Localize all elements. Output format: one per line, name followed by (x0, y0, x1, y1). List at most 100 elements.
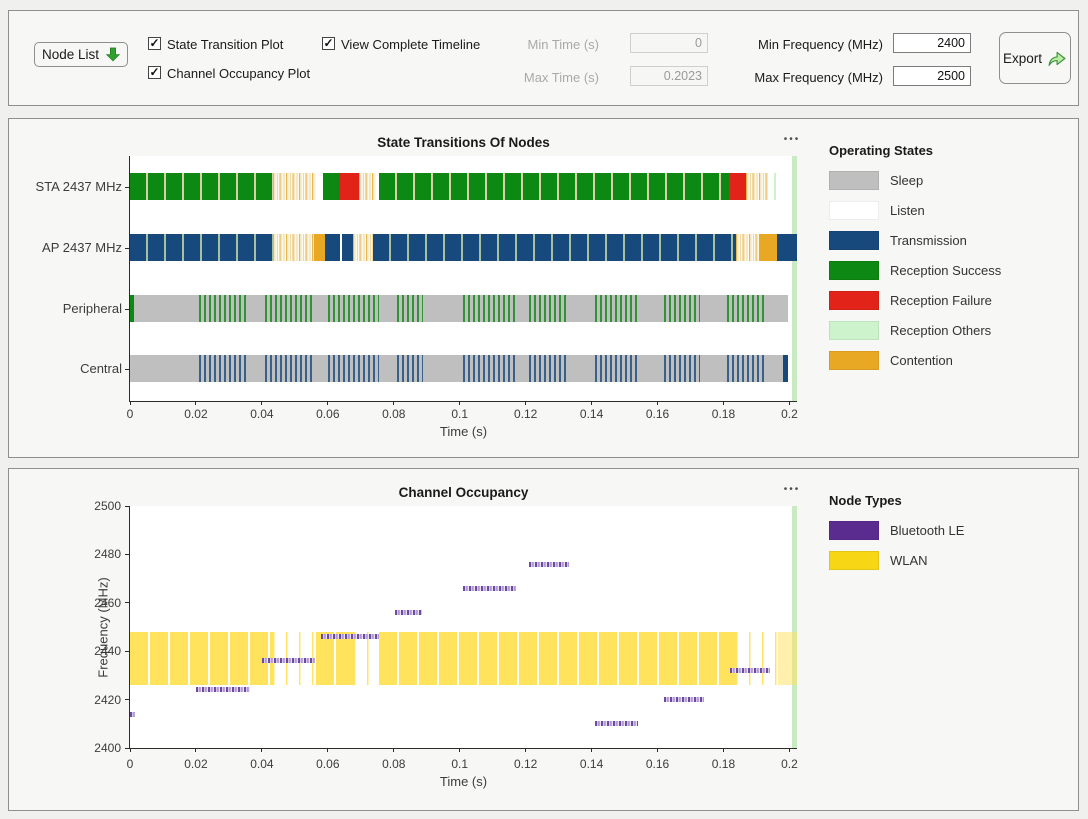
max-time-label: Max Time (s) (489, 70, 599, 85)
state-segment-transmission (328, 355, 379, 382)
channel-occupancy-plot[interactable]: 240024202440246024802500 (130, 506, 797, 748)
state-segment-transmission (130, 234, 273, 261)
state-segment-reception_failure (340, 173, 359, 200)
min-time-input[interactable] (630, 33, 708, 53)
bluetooth-le-transmission (664, 697, 704, 702)
legend-item-bluetooth-le: Bluetooth LE (829, 521, 964, 540)
occupancy-chart-title: Channel Occupancy (130, 485, 797, 500)
state-chart-title: State Transitions Of Nodes (130, 135, 797, 150)
wlan-occupancy-segment (736, 632, 778, 685)
x-tick-label: 0.06 (316, 757, 339, 771)
state-segment-contention (736, 234, 759, 261)
state-segment-contention (746, 173, 768, 200)
state-segment-reception_others (774, 173, 777, 200)
state-chart-menu-icon[interactable]: ••• (772, 134, 812, 145)
state-segment-transmission (664, 355, 700, 382)
legend-item-contention: Contention (829, 351, 1001, 370)
wlan-occupancy-segment (130, 632, 273, 685)
state-segment-reception_success (379, 173, 729, 200)
state-segment-contention (273, 173, 316, 200)
occupancy-xlabel: Time (s) (130, 774, 797, 789)
wlan-occupancy-segment (778, 632, 797, 685)
export-arrow-icon (1047, 49, 1067, 68)
x-tick-label: 0.16 (646, 757, 669, 771)
state-segment-transmission (529, 355, 569, 382)
node-types-legend-title: Node Types (829, 493, 964, 508)
bluetooth-le-swatch (829, 521, 879, 540)
wlan-occupancy-segment (316, 632, 354, 685)
min-frequency-input[interactable] (893, 33, 971, 53)
y-tick-mark (125, 602, 130, 603)
bluetooth-le-transmission (196, 687, 250, 692)
state-xlabel: Time (s) (130, 424, 797, 439)
x-tick-mark (789, 748, 790, 752)
state-segment-reception_success (664, 295, 700, 322)
x-tick-mark (789, 401, 790, 405)
operating-states-legend: Operating States Sleep Listen Transmissi… (829, 143, 1001, 381)
transmission-swatch (829, 231, 879, 250)
state-segment-contention (359, 173, 375, 200)
state-transitions-plot[interactable] (130, 156, 797, 401)
state-segment-transmission (463, 355, 516, 382)
view-complete-timeline-checkbox[interactable] (322, 37, 335, 50)
x-tick-mark (261, 401, 262, 405)
bluetooth-le-transmission (595, 721, 638, 726)
x-tick-mark (327, 748, 328, 752)
node-types-legend: Node Types Bluetooth LE WLAN (829, 493, 964, 581)
x-tick-mark (327, 401, 328, 405)
node-list-button[interactable]: Node List (34, 42, 128, 67)
x-tick-mark (525, 401, 526, 405)
x-tick-label: 0.12 (514, 757, 537, 771)
state-segment-transmission (325, 234, 340, 261)
x-tick-label: 0.04 (250, 757, 273, 771)
timeline-cursor (792, 156, 797, 401)
row-label-central: Central (9, 361, 122, 376)
x-tick-label: 0.16 (646, 407, 669, 421)
state-x-axis (129, 401, 797, 402)
bluetooth-le-transmission (529, 562, 569, 567)
green-down-arrow-icon (106, 47, 120, 62)
state-segment-reception_success (397, 295, 423, 322)
contention-swatch (829, 351, 879, 370)
channel-occupancy-plot-checkbox[interactable] (148, 66, 161, 79)
legend-item-listen: Listen (829, 201, 1001, 220)
x-tick-label: 0.2 (781, 407, 798, 421)
x-tick-label: 0.1 (451, 757, 468, 771)
export-button[interactable]: Export (999, 32, 1071, 84)
state-segment-transmission (777, 234, 797, 261)
x-tick-mark (657, 401, 658, 405)
state-segment-reception_success (727, 295, 767, 322)
x-tick-label: 0.1 (451, 407, 468, 421)
node-list-label: Node List (42, 47, 99, 62)
x-tick-label: 0.18 (712, 407, 735, 421)
x-tick-label: 0 (127, 407, 134, 421)
y-tick-label: 2500 (94, 499, 121, 513)
reception-others-swatch (829, 321, 879, 340)
x-tick-label: 0.14 (580, 757, 603, 771)
app-window: Node List State Transition Plot Channel … (0, 0, 1088, 819)
x-tick-mark (459, 401, 460, 405)
state-segment-reception_success (130, 295, 134, 322)
y-tick-label: 2400 (94, 741, 121, 755)
listen-swatch (829, 201, 879, 220)
max-frequency-input[interactable] (893, 66, 971, 86)
channel-occupancy-plot-label: Channel Occupancy Plot (167, 66, 310, 81)
row-label-sta-2437-mhz: STA 2437 MHz (9, 179, 122, 194)
state-segment-reception_success (265, 295, 314, 322)
reception-success-swatch (829, 261, 879, 280)
state-segment-contention (759, 234, 777, 261)
occupancy-chart-menu-icon[interactable]: ••• (772, 484, 812, 495)
state-transition-plot-checkbox[interactable] (148, 37, 161, 50)
x-tick-mark (393, 748, 394, 752)
max-time-input[interactable] (630, 66, 708, 86)
state-segment-reception_success (199, 295, 248, 322)
export-label: Export (1003, 51, 1042, 66)
bluetooth-le-transmission (262, 658, 315, 663)
state-segment-transmission (199, 355, 248, 382)
row-label-ap-2437-mhz: AP 2437 MHz (9, 240, 122, 255)
min-time-label: Min Time (s) (489, 37, 599, 52)
x-tick-mark (723, 748, 724, 752)
bluetooth-le-transmission (130, 712, 135, 717)
bluetooth-le-transmission (730, 668, 770, 673)
operating-states-legend-title: Operating States (829, 143, 1001, 158)
